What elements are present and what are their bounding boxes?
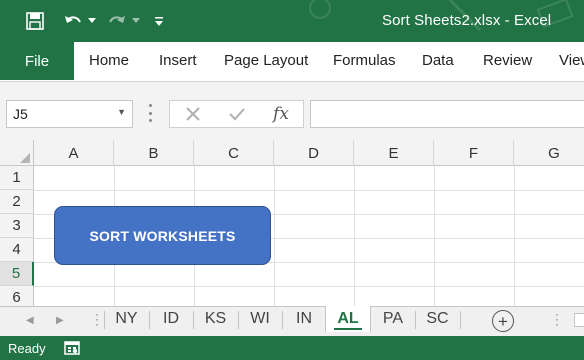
column-header-c[interactable]: C (194, 140, 274, 166)
column-header-a[interactable]: A (34, 140, 114, 166)
sheet-tab-id[interactable]: ID (149, 307, 193, 331)
status-ready: Ready (8, 341, 46, 356)
tab-page-layout[interactable]: Page Layout (224, 52, 308, 69)
status-bar: Ready (0, 336, 584, 360)
column-header-d[interactable]: D (274, 140, 354, 166)
more-tabs-left-icon[interactable]: ⋮ (90, 311, 104, 328)
insert-function-icon[interactable]: fx (266, 103, 296, 125)
formula-input[interactable] (310, 100, 584, 128)
sheet-tab-ks[interactable]: KS (193, 307, 238, 331)
row-header-1[interactable]: 1 (0, 166, 34, 190)
ribbon-tabs: File Home Insert Page Layout Formulas Da… (0, 42, 584, 82)
undo-dropdown-icon[interactable] (86, 8, 98, 34)
name-box-value: J5 (13, 106, 28, 122)
add-sheet-icon[interactable]: + (492, 310, 514, 332)
scroll-tabs-left-icon[interactable]: ◀ (26, 315, 34, 326)
select-all-corner[interactable] (0, 140, 34, 166)
window-title: Sort Sheets2.xlsx - Excel (382, 12, 552, 29)
sheet-tab-bar: ◀ ▶ ⋮ NY ID KS WI IN AL PA SC + ⋮ (0, 306, 584, 336)
name-box[interactable]: J5 ▼ (6, 100, 133, 128)
formula-bar: J5 ▼ fx (0, 82, 584, 140)
undo-icon[interactable] (60, 8, 86, 34)
formula-bar-grip-icon[interactable] (148, 104, 152, 122)
cancel-icon[interactable] (178, 103, 208, 125)
row-header-6[interactable]: 6 (0, 286, 34, 306)
save-icon[interactable] (22, 8, 48, 34)
redo-icon[interactable] (104, 8, 130, 34)
sheet-tab-wi[interactable]: WI (238, 307, 282, 331)
macro-recording-icon[interactable] (64, 340, 80, 356)
row-header-3[interactable]: 3 (0, 214, 34, 238)
sheet-tab-ny[interactable]: NY (104, 307, 149, 331)
file-tab[interactable]: File (0, 42, 74, 80)
formula-buttons: fx (169, 100, 304, 128)
sheet-tab-sc[interactable]: SC (415, 307, 460, 331)
customize-qat-icon[interactable] (152, 8, 166, 34)
sheet-tab-al[interactable]: AL (325, 306, 371, 332)
tab-insert[interactable]: Insert (159, 52, 197, 69)
sheet-tab-pa[interactable]: PA (371, 307, 415, 331)
redo-dropdown-icon[interactable] (130, 8, 142, 34)
column-header-b[interactable]: B (114, 140, 194, 166)
column-headers: A B C D E F G (0, 140, 584, 166)
tab-formulas[interactable]: Formulas (333, 52, 396, 69)
enter-check-icon[interactable] (222, 103, 252, 125)
sort-worksheets-button[interactable]: SORT WORKSHEETS (54, 206, 271, 265)
column-header-f[interactable]: F (434, 140, 514, 166)
tab-home[interactable]: Home (89, 52, 129, 69)
tab-view[interactable]: View (559, 52, 584, 69)
tab-review[interactable]: Review (483, 52, 532, 69)
sheet-tab-in[interactable]: IN (282, 307, 326, 331)
worksheet-grid[interactable]: A B C D E F G 1 2 3 4 5 6 SORT WORKSHEET… (0, 140, 584, 306)
row-header-4[interactable]: 4 (0, 238, 34, 262)
tab-data[interactable]: Data (422, 52, 454, 69)
row-header-2[interactable]: 2 (0, 190, 34, 214)
tab-splitter-icon[interactable]: ⋮ (550, 311, 564, 328)
title-bar: Sort Sheets2.xlsx - Excel (0, 0, 584, 42)
row-header-5[interactable]: 5 (0, 262, 34, 286)
column-header-g[interactable]: G (514, 140, 584, 166)
scroll-tabs-right-icon[interactable]: ▶ (56, 315, 64, 326)
column-header-e[interactable]: E (354, 140, 434, 166)
horizontal-scrollbar[interactable] (574, 313, 584, 327)
name-box-dropdown-icon[interactable]: ▼ (117, 107, 126, 117)
